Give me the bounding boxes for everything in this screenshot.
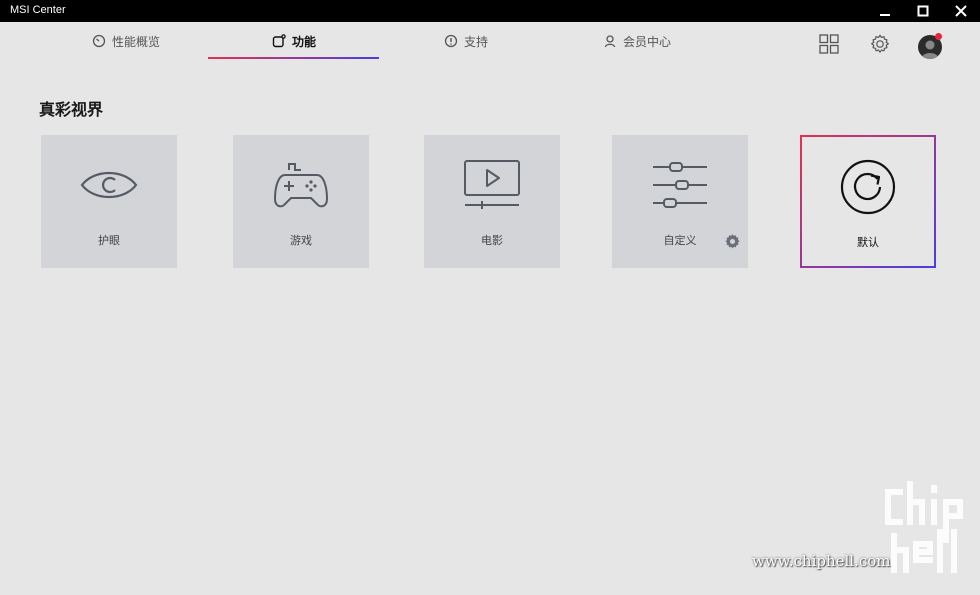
watermark-logo-icon <box>885 481 963 573</box>
top-nav: 性能概览 功能 支持 会员中心 <box>1 22 979 62</box>
sliders-icon <box>653 162 707 208</box>
mode-label: 游戏 <box>290 234 312 247</box>
mode-label: 电影 <box>481 234 503 247</box>
feature-icon <box>272 34 286 48</box>
tab-features[interactable]: 功能 <box>259 22 329 60</box>
gear-icon <box>725 234 740 249</box>
window-title: MSI Center <box>10 4 66 16</box>
chiphell-logo <box>880 480 968 582</box>
gauge-icon <box>92 34 106 48</box>
reset-icon <box>840 159 896 215</box>
minimize-icon <box>880 14 890 16</box>
close-button[interactable] <box>943 0 979 22</box>
app-body: 性能概览 功能 支持 会员中心 真彩视界 护眼 游戏 电影 自定义 默认 <box>1 22 979 594</box>
tab-member-center[interactable]: 会员中心 <box>597 22 677 60</box>
watermark-text: www.chiphell.com <box>752 552 891 570</box>
info-circle-icon <box>444 34 458 48</box>
grid-icon <box>819 34 839 54</box>
apps-grid-button[interactable] <box>819 34 839 58</box>
eye-icon <box>80 172 138 198</box>
mode-label: 默认 <box>857 236 879 249</box>
tab-label: 会员中心 <box>622 34 671 49</box>
tab-label: 性能概览 <box>111 34 160 49</box>
tab-support[interactable]: 支持 <box>433 22 499 60</box>
maximize-icon <box>917 5 929 17</box>
tab-label: 功能 <box>291 34 316 49</box>
maximize-button[interactable] <box>905 0 941 22</box>
mode-card-movie[interactable]: 电影 <box>424 135 560 268</box>
custom-settings-button[interactable] <box>724 233 741 254</box>
mode-card-game[interactable]: 游戏 <box>233 135 369 268</box>
mode-label: 护眼 <box>98 234 120 247</box>
video-player-icon <box>464 160 520 209</box>
minimize-button[interactable] <box>867 0 903 22</box>
user-icon <box>604 35 616 48</box>
mode-card-default[interactable]: 默认 <box>800 135 936 268</box>
tab-label: 支持 <box>463 34 488 49</box>
tab-overview[interactable]: 性能概览 <box>81 22 171 60</box>
notification-dot <box>935 33 942 40</box>
gear-icon <box>871 34 889 53</box>
mode-card-eye-care[interactable]: 护眼 <box>41 135 177 268</box>
active-tab-indicator <box>208 57 379 59</box>
title-bar: MSI Center <box>0 0 980 22</box>
gamepad-icon <box>273 163 329 208</box>
close-icon <box>955 5 967 17</box>
settings-button[interactable] <box>869 33 891 59</box>
mode-card-custom[interactable]: 自定义 <box>612 135 748 268</box>
section-title: 真彩视界 <box>39 100 104 119</box>
